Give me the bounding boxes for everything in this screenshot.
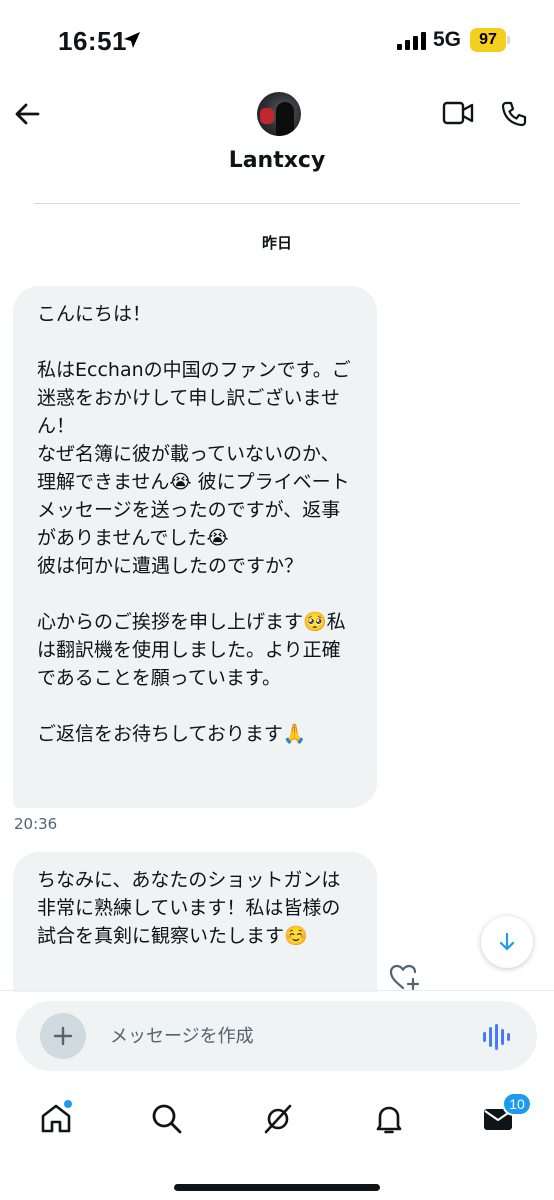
video-call-button[interactable] bbox=[442, 100, 474, 126]
message-timestamp: 20:36 bbox=[14, 815, 58, 833]
add-media-button[interactable] bbox=[40, 1013, 86, 1059]
tab-search[interactable] bbox=[137, 1094, 197, 1140]
search-icon bbox=[152, 1104, 182, 1134]
back-button[interactable] bbox=[10, 96, 46, 132]
status-time: 16:51 bbox=[58, 26, 127, 56]
voice-waveform-icon bbox=[483, 1024, 510, 1050]
message-bubble[interactable]: こんにちは！ 私はEcchanの中国のファンです。ご迷惑をおかけして申し訳ござい… bbox=[13, 286, 377, 808]
tab-grok[interactable] bbox=[248, 1094, 308, 1140]
tab-notifications[interactable] bbox=[359, 1094, 419, 1140]
contact-name[interactable]: Lantxcy bbox=[0, 148, 554, 173]
dm-conversation-screen: 16:51 5G 97 Lantxcy 昨日 こんにちは！ 私はEcchanの中… bbox=[0, 0, 554, 1200]
avatar-flowers bbox=[260, 108, 274, 124]
location-arrow-icon bbox=[124, 32, 140, 48]
bell-icon bbox=[376, 1106, 402, 1134]
battery-tip bbox=[507, 36, 510, 44]
arrow-down-icon bbox=[499, 932, 515, 951]
message-composer bbox=[16, 1001, 537, 1071]
message-bubble[interactable]: ちなみに、あなたのショットガンは非常に熟練しています！私は皆様の試合を真剣に観察… bbox=[13, 852, 377, 992]
message-text: こんにちは！ 私はEcchanの中国のファンです。ご迷惑をおかけして申し訳ござい… bbox=[37, 303, 351, 745]
tab-messages[interactable]: 10 bbox=[468, 1092, 532, 1140]
home-unread-dot bbox=[64, 1100, 72, 1108]
composer-divider bbox=[0, 990, 554, 991]
date-separator: 昨日 bbox=[261, 234, 292, 252]
phone-icon bbox=[501, 101, 527, 127]
arrow-left-icon bbox=[15, 103, 40, 125]
heart-plus-icon bbox=[389, 964, 420, 991]
plus-icon bbox=[53, 1026, 73, 1046]
voice-message-button[interactable] bbox=[482, 1023, 512, 1051]
video-camera-icon bbox=[442, 101, 474, 125]
conversation-header: Lantxcy bbox=[0, 84, 554, 204]
status-bar: 16:51 5G 97 bbox=[0, 0, 554, 84]
battery-level: 97 bbox=[470, 28, 506, 52]
messages-badge: 10 bbox=[502, 1092, 532, 1116]
tab-home[interactable] bbox=[26, 1094, 86, 1140]
header-divider bbox=[34, 203, 520, 204]
cellular-signal-icon bbox=[397, 32, 426, 50]
tab-bar: 10 bbox=[0, 1086, 554, 1200]
add-reaction-button[interactable] bbox=[388, 962, 422, 992]
scroll-to-bottom-button[interactable] bbox=[481, 916, 533, 968]
avatar[interactable] bbox=[257, 92, 301, 136]
message-input[interactable] bbox=[110, 1021, 460, 1051]
phone-call-button[interactable] bbox=[500, 100, 528, 128]
grok-icon bbox=[264, 1104, 292, 1134]
home-indicator[interactable] bbox=[174, 1184, 380, 1191]
network-type: 5G bbox=[433, 28, 462, 51]
message-text: ちなみに、あなたのショットガンは非常に熟練しています！私は皆様の試合を真剣に観察… bbox=[37, 869, 341, 947]
avatar-figure bbox=[276, 102, 294, 136]
